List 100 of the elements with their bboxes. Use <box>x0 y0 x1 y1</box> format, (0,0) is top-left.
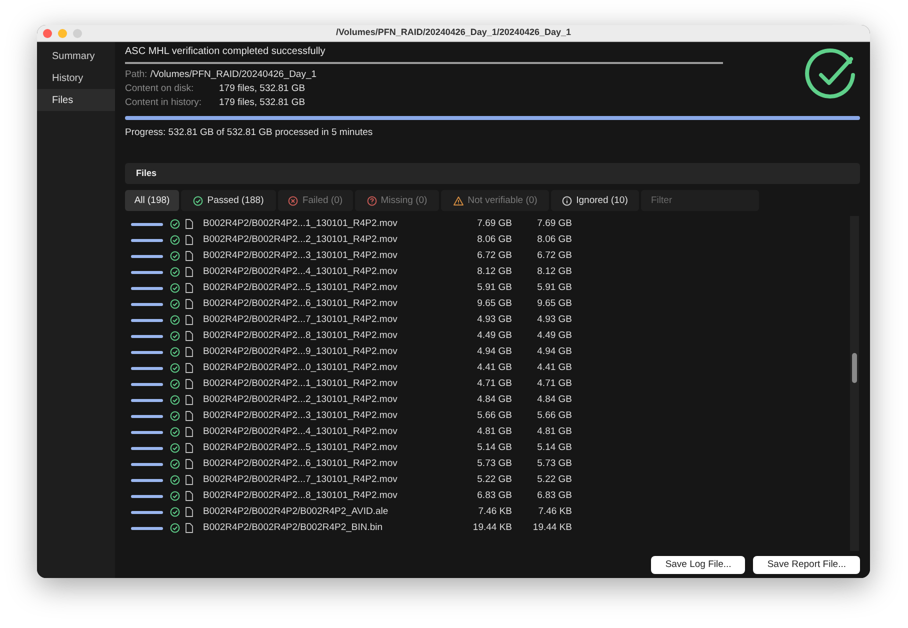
file-size: 5.22 GB <box>476 473 512 488</box>
scrollbar-thumb[interactable] <box>852 353 857 384</box>
sidebar-item[interactable]: Files <box>37 89 115 111</box>
check-circle-icon <box>170 299 180 310</box>
file-size: 7.69 GB <box>476 217 512 232</box>
file-name: B002R4P2/B002R4P2...5_130101_R4P2.mov <box>203 281 398 296</box>
save-button[interactable]: Save Report File... <box>753 556 860 574</box>
check-circle-icon <box>170 395 180 406</box>
file-name: B002R4P2/B002R4P2...8_130101_R4P2.mov <box>203 489 398 504</box>
file-size: 4.93 GB <box>476 313 512 328</box>
check-circle-icon <box>170 475 180 486</box>
field-value: 179 files, 532.81 GB <box>219 82 306 96</box>
history-size: 4.81 GB <box>536 425 572 440</box>
file-progress-bar <box>131 462 163 466</box>
filter-tab[interactable]: Missing (0) <box>355 190 439 212</box>
filter-tab[interactable]: Failed (0) <box>278 190 353 212</box>
save-button[interactable]: Save Log File... <box>651 556 746 574</box>
file-name: B002R4P2/B002R4P2...4_130101_R4P2.mov <box>203 265 398 280</box>
zoom-button[interactable] <box>73 29 82 38</box>
check-circle-icon <box>170 347 180 358</box>
field-label: Content in history: <box>125 96 203 110</box>
file-progress-bar <box>131 478 163 482</box>
check-circle-icon <box>170 331 180 342</box>
file-size: 8.12 GB <box>476 265 512 280</box>
file-name: B002R4P2/B002R4P2...2_130101_R4P2.mov <box>203 233 398 248</box>
check-circle-icon <box>170 459 180 470</box>
close-button[interactable] <box>43 29 52 38</box>
check-circle-icon <box>170 283 180 294</box>
file-icon <box>185 235 193 246</box>
field-label: Path: <box>125 68 148 82</box>
file-icon <box>185 331 193 342</box>
file-size: 6.83 GB <box>476 489 512 504</box>
minimize-button[interactable] <box>58 29 67 38</box>
file-name: B002R4P2/B002R4P2...7_130101_R4P2.mov <box>203 313 398 328</box>
history-size: 4.49 GB <box>536 329 572 344</box>
file-icon <box>185 427 193 438</box>
file-progress-bar <box>131 446 163 450</box>
scrollbar[interactable] <box>850 216 859 552</box>
info-icon <box>562 196 572 206</box>
filter-tab[interactable]: Passed (188) <box>181 190 276 212</box>
file-name: B002R4P2/B002R4P2...6_130101_R4P2.mov <box>203 457 398 472</box>
history-size: 5.66 GB <box>536 409 572 424</box>
file-size: 9.65 GB <box>476 297 512 312</box>
sidebar-item[interactable]: Summary <box>37 45 115 67</box>
file-size: 7.46 KB <box>477 505 512 520</box>
check-circle-icon <box>193 196 204 206</box>
file-progress-bar <box>131 398 163 402</box>
history-size: 6.83 GB <box>536 489 572 504</box>
history-size: 4.71 GB <box>536 377 572 392</box>
file-size: 5.14 GB <box>476 441 512 456</box>
file-size: 19.44 KB <box>472 521 512 536</box>
history-size: 8.06 GB <box>536 233 572 248</box>
check-circle-icon <box>170 363 180 374</box>
file-size: 4.84 GB <box>476 393 512 408</box>
file-name: B002R4P2/B002R4P2...8_130101_R4P2.mov <box>203 329 398 344</box>
file-size: 4.71 GB <box>476 377 512 392</box>
field-value: /Volumes/PFN_RAID/20240426_Day_1 <box>150 68 317 82</box>
filter-field[interactable]: Filter <box>641 190 759 212</box>
file-icon <box>185 507 193 518</box>
file-progress-bar <box>131 254 163 258</box>
history-size: 7.69 GB <box>536 217 572 232</box>
check-circle-icon <box>170 411 180 422</box>
check-circle-icon <box>170 219 180 230</box>
file-icon <box>185 379 193 390</box>
file-icon <box>185 491 193 502</box>
file-name: B002R4P2/B002R4P2...4_130101_R4P2.mov <box>203 425 398 440</box>
history-size: 8.12 GB <box>536 265 572 280</box>
filter-tab[interactable]: Not verifiable (0) <box>441 190 549 212</box>
file-size: 6.72 GB <box>476 249 512 264</box>
file-icon <box>185 475 193 486</box>
file-name: B002R4P2/B002R4P2...9_130101_R4P2.mov <box>203 345 398 360</box>
filter-tab[interactable]: Ignored (10) <box>551 190 639 212</box>
file-name: B002R4P2/B002R4P2...3_130101_R4P2.mov <box>203 409 398 424</box>
file-size: 5.73 GB <box>476 457 512 472</box>
check-circle-icon <box>170 251 180 262</box>
file-progress-bar <box>131 382 163 386</box>
file-icon <box>185 443 193 454</box>
history-size: 4.41 GB <box>536 361 572 376</box>
file-size: 5.66 GB <box>476 409 512 424</box>
check-circle-icon <box>170 491 180 502</box>
file-progress-bar <box>131 302 163 306</box>
window-title: /Volumes/PFN_RAID/20240426_Day_1/20240426_Day_1 <box>336 26 571 40</box>
file-size: 4.41 GB <box>476 361 512 376</box>
file-name: B002R4P2/B002R4P2/B002R4P2_BIN.bin <box>203 521 384 536</box>
file-icon <box>185 267 193 278</box>
file-size: 4.49 GB <box>476 329 512 344</box>
sidebar-item[interactable]: History <box>37 67 115 89</box>
file-progress-bar <box>131 526 163 530</box>
file-name: B002R4P2/B002R4P2...7_130101_R4P2.mov <box>203 473 398 488</box>
field-value: 179 files, 532.81 GB <box>219 96 306 110</box>
file-icon <box>185 395 193 406</box>
file-progress-bar <box>131 270 163 274</box>
filter-tab[interactable]: All (198) <box>125 190 179 212</box>
history-size: 7.46 KB <box>537 505 572 520</box>
history-size: 5.91 GB <box>536 281 572 296</box>
history-size: 4.93 GB <box>536 313 572 328</box>
file-icon <box>185 315 193 326</box>
check-circle-icon <box>170 523 180 534</box>
file-name: B002R4P2/B002R4P2...6_130101_R4P2.mov <box>203 297 398 312</box>
file-icon <box>185 251 193 262</box>
